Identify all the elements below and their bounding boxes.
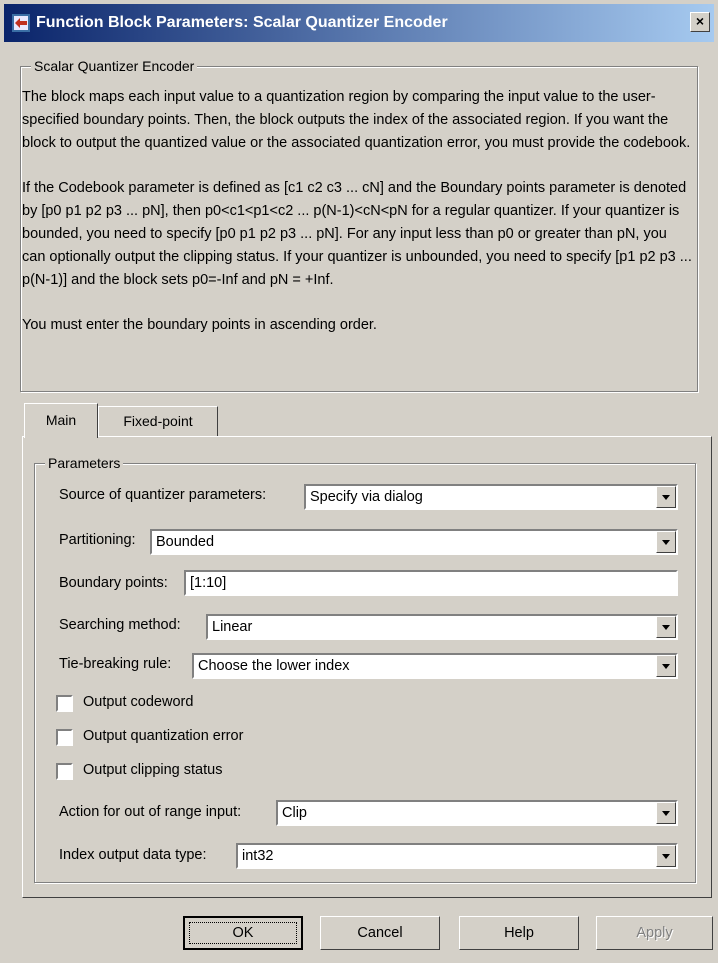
source-select[interactable]: Specify via dialog <box>304 484 678 510</box>
chevron-down-icon[interactable] <box>656 802 676 824</box>
parameters-group-title: Parameters <box>45 455 124 471</box>
ok-button[interactable]: OK <box>183 916 303 950</box>
description-group-title: Scalar Quantizer Encoder <box>31 58 198 74</box>
tie-breaking-label: Tie-breaking rule: <box>59 656 172 672</box>
chevron-down-icon[interactable] <box>656 655 676 677</box>
description-paragraph-1: The block maps each input value to a qua… <box>22 89 691 151</box>
searching-method-value: Linear <box>212 619 253 635</box>
source-value: Specify via dialog <box>310 489 423 505</box>
window-title: Function Block Parameters: Scalar Quanti… <box>36 14 448 31</box>
apply-button: Apply <box>596 916 713 950</box>
index-output-type-label: Index output data type: <box>59 847 207 863</box>
boundary-points-input[interactable]: [1:10] <box>184 570 678 596</box>
cancel-button[interactable]: Cancel <box>320 916 440 950</box>
cancel-button-label: Cancel <box>357 925 403 941</box>
description-text: The block maps each input value to a qua… <box>22 86 694 359</box>
tie-breaking-value: Choose the lower index <box>198 658 350 674</box>
chevron-down-icon[interactable] <box>656 486 676 508</box>
tab-fixed-point[interactable]: Fixed-point <box>98 406 218 436</box>
close-icon: × <box>695 13 705 29</box>
source-label: Source of quantizer parameters: <box>59 487 267 503</box>
chevron-down-icon[interactable] <box>656 531 676 553</box>
tab-fixed-point-label: Fixed-point <box>123 413 193 429</box>
output-quantization-error-checkbox[interactable] <box>56 729 73 746</box>
output-codeword-label: Output codeword <box>83 694 194 710</box>
help-button[interactable]: Help <box>459 916 579 950</box>
index-output-type-select[interactable]: int32 <box>236 843 678 869</box>
output-clipping-status-label: Output clipping status <box>83 762 223 778</box>
description-paragraph-2: If the Codebook parameter is defined as … <box>22 180 692 288</box>
out-of-range-action-select[interactable]: Clip <box>276 800 678 826</box>
boundary-points-value: [1:10] <box>190 575 227 591</box>
boundary-points-label: Boundary points: <box>59 575 168 591</box>
tab-main[interactable]: Main <box>24 403 98 438</box>
chevron-down-icon[interactable] <box>656 616 676 638</box>
searching-method-select[interactable]: Linear <box>206 614 678 640</box>
chevron-down-icon[interactable] <box>656 845 676 867</box>
output-codeword-checkbox[interactable] <box>56 695 73 712</box>
tie-breaking-select[interactable]: Choose the lower index <box>192 653 678 679</box>
index-output-type-value: int32 <box>242 848 274 864</box>
close-button[interactable]: × <box>690 12 710 32</box>
out-of-range-action-value: Clip <box>282 805 307 821</box>
output-quantization-error-label: Output quantization error <box>83 728 244 744</box>
partitioning-select[interactable]: Bounded <box>150 529 678 555</box>
tab-main-label: Main <box>45 412 77 428</box>
output-clipping-status-checkbox[interactable] <box>56 763 73 780</box>
partitioning-value: Bounded <box>156 534 215 550</box>
dialog-window: Function Block Parameters: Scalar Quanti… <box>0 0 718 963</box>
out-of-range-action-label: Action for out of range input: <box>59 804 242 820</box>
help-button-label: Help <box>504 925 534 941</box>
apply-button-label: Apply <box>636 925 673 941</box>
searching-method-label: Searching method: <box>59 617 181 633</box>
partitioning-label: Partitioning: <box>59 532 136 548</box>
title-bar[interactable]: Function Block Parameters: Scalar Quanti… <box>4 4 714 42</box>
focus-rectangle <box>189 922 297 944</box>
simulink-block-icon <box>12 14 30 32</box>
description-paragraph-3: You must enter the boundary points in as… <box>22 317 377 333</box>
